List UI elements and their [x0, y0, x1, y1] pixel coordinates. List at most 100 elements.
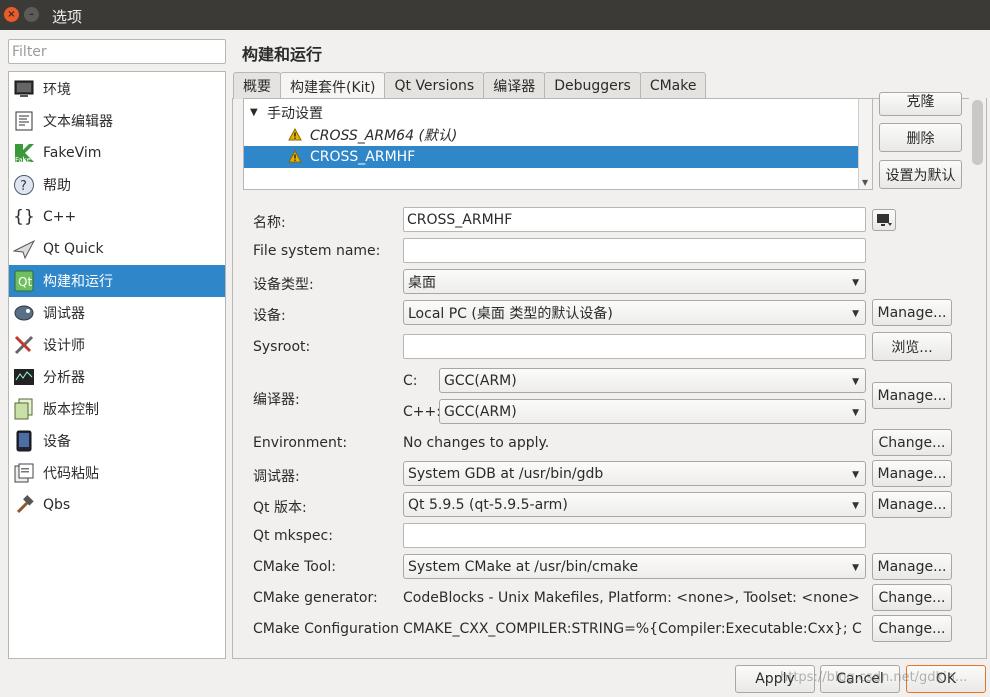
manage-qt-button[interactable]: Manage...	[872, 491, 952, 518]
clone-button[interactable]: 克隆	[879, 92, 962, 116]
sidebar-item-designer[interactable]: 设计师	[9, 329, 225, 361]
kit-label: CROSS_ARM64 (默认)	[310, 128, 458, 144]
device-label: 设备:	[253, 308, 286, 324]
device-type-label: 设备类型:	[253, 277, 314, 293]
cxx-compiler-value: GCC(ARM)	[444, 403, 517, 420]
kit-icon-button[interactable]	[872, 209, 896, 231]
sidebar-item-analyzer[interactable]: 分析器	[9, 361, 225, 393]
chevron-down-icon: ▼	[852, 408, 859, 418]
warning-icon	[288, 127, 302, 142]
chevron-down-icon: ▼	[852, 309, 859, 319]
minimize-icon[interactable]: –	[24, 7, 39, 22]
qt-mkspec-label: Qt mkspec:	[253, 528, 333, 544]
tab-qt-versions[interactable]: Qt Versions	[384, 72, 485, 99]
set-default-button[interactable]: 设置为默认	[879, 160, 962, 189]
warning-icon	[288, 149, 302, 164]
category-sidebar: 环境 文本编辑器 Fake FakeVim ? 帮助 {} C++ Qt Qui…	[8, 71, 226, 659]
sidebar-item-code-paste[interactable]: 代码粘贴	[9, 457, 225, 489]
sidebar-item-label: 帮助	[43, 178, 71, 194]
close-icon[interactable]: ×	[4, 7, 19, 22]
sidebar-item-qt-quick[interactable]: Qt Quick	[9, 233, 225, 265]
device-select[interactable]: Local PC (桌面 类型的默认设备) ▼	[403, 300, 866, 325]
sidebar-item-help[interactable]: ? 帮助	[9, 169, 225, 201]
monitor-icon	[877, 214, 892, 226]
tab-overview[interactable]: 概要	[233, 72, 281, 99]
version-control-icon	[13, 398, 35, 420]
svg-text:Fake: Fake	[15, 156, 31, 164]
help-icon: ?	[13, 174, 35, 196]
qt-version-select[interactable]: Qt 5.9.5 (qt-5.9.5-arm) ▼	[403, 492, 866, 517]
qt-mkspec-field[interactable]	[403, 523, 866, 548]
tree-scrollbar[interactable]: ▼	[858, 99, 872, 189]
sidebar-item-build-run[interactable]: Qt 构建和运行	[9, 265, 225, 297]
scroll-down-icon[interactable]: ▼	[862, 178, 868, 187]
fs-name-label: File system name:	[253, 243, 381, 259]
sidebar-item-text-editor[interactable]: 文本编辑器	[9, 105, 225, 137]
manage-cmake-button[interactable]: Manage...	[872, 553, 952, 580]
sidebar-item-label: 调试器	[43, 306, 85, 322]
kit-label: CROSS_ARMHF	[310, 149, 416, 165]
debugger-select[interactable]: System GDB at /usr/bin/gdb ▼	[403, 461, 866, 486]
tree-group-manual[interactable]: ▼ 手动设置	[244, 102, 860, 124]
designer-icon	[13, 334, 35, 356]
scrollbar-thumb[interactable]	[972, 100, 983, 165]
cmake-config-label: CMake Configuration	[253, 621, 400, 637]
qt-quick-icon	[13, 238, 35, 260]
change-cmake-config-button[interactable]: Change...	[872, 615, 952, 642]
panel-scrollbar[interactable]	[969, 98, 986, 658]
browse-button[interactable]: 浏览...	[872, 332, 952, 361]
fs-name-field[interactable]	[403, 238, 866, 263]
c-compiler-value: GCC(ARM)	[444, 372, 517, 389]
environment-value: No changes to apply.	[403, 435, 550, 451]
name-field[interactable]: CROSS_ARMHF	[403, 207, 866, 232]
chevron-down-icon: ▼	[852, 377, 859, 387]
delete-button[interactable]: 删除	[879, 123, 962, 152]
debugger-label: 调试器:	[253, 469, 300, 485]
tab-debuggers[interactable]: Debuggers	[544, 72, 641, 99]
tree-item-kit[interactable]: CROSS_ARM64 (默认)	[244, 124, 860, 146]
sidebar-item-environment[interactable]: 环境	[9, 73, 225, 105]
tab-compilers[interactable]: 编译器	[483, 72, 546, 99]
manage-compiler-button[interactable]: Manage...	[872, 382, 952, 409]
sidebar-item-label: FakeVim	[43, 145, 102, 161]
sidebar-item-label: 版本控制	[43, 402, 99, 418]
tab-cmake[interactable]: CMake	[639, 72, 707, 99]
compiler-label: 编译器:	[253, 392, 300, 408]
sidebar-item-device[interactable]: 设备	[9, 425, 225, 457]
cmake-generator-value: CodeBlocks - Unix Makefiles, Platform: <…	[403, 590, 860, 606]
tab-kits[interactable]: 构建套件(Kit)	[280, 72, 386, 100]
sidebar-item-qbs[interactable]: Qbs	[9, 489, 225, 521]
sidebar-item-label: 代码粘贴	[43, 466, 99, 482]
clone-button-label: 克隆	[906, 94, 935, 110]
cxx-compiler-select[interactable]: GCC(ARM) ▼	[439, 399, 866, 424]
tree-item-kit-selected[interactable]: CROSS_ARMHF	[244, 146, 860, 168]
tab-bar: 概要 构建套件(Kit) Qt Versions 编译器 Debuggers C…	[233, 72, 707, 100]
chevron-down-icon: ▼	[852, 563, 859, 573]
sidebar-item-cpp[interactable]: {} C++	[9, 201, 225, 233]
kit-tree[interactable]: ▼ 手动设置 CROSS_ARM64 (默认) CROSS_ARMHF ▼	[243, 98, 873, 190]
cmake-tool-select[interactable]: System CMake at /usr/bin/cmake ▼	[403, 554, 866, 579]
device-type-select[interactable]: 桌面 ▼	[403, 269, 866, 294]
expand-arrow-icon[interactable]: ▼	[250, 107, 258, 118]
chevron-down-icon: ▼	[852, 501, 859, 511]
title-bar: × – 选项	[0, 0, 990, 30]
page-title: 构建和运行	[242, 45, 323, 64]
sidebar-item-version-control[interactable]: 版本控制	[9, 393, 225, 425]
manage-device-button[interactable]: Manage...	[872, 299, 952, 326]
c-compiler-label: C:	[403, 373, 418, 389]
change-cmake-generator-button[interactable]: Change...	[872, 584, 952, 611]
monitor-icon	[13, 78, 35, 100]
fakevim-icon: Fake	[13, 142, 35, 164]
filter-input[interactable]	[8, 39, 226, 64]
sysroot-field[interactable]	[403, 334, 866, 359]
chevron-down-icon: ▼	[852, 470, 859, 480]
analyzer-icon	[13, 366, 35, 388]
qt-version-label: Qt 版本:	[253, 500, 307, 516]
svg-text:Qt: Qt	[18, 275, 32, 289]
manage-debugger-button[interactable]: Manage...	[872, 460, 952, 487]
change-environment-button[interactable]: Change...	[872, 429, 952, 456]
c-compiler-select[interactable]: GCC(ARM) ▼	[439, 368, 866, 393]
sidebar-item-debugger[interactable]: 调试器	[9, 297, 225, 329]
sidebar-item-fakevim[interactable]: Fake FakeVim	[9, 137, 225, 169]
cmake-generator-label: CMake generator:	[253, 590, 378, 606]
